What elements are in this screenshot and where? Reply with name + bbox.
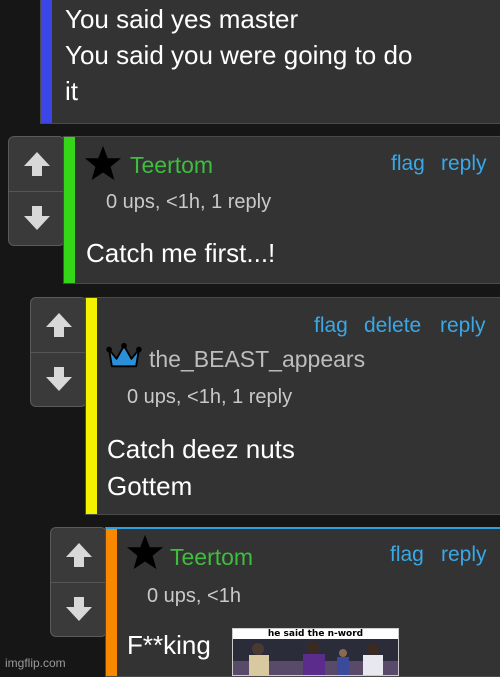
comment-card: You said yes master You said you were go… bbox=[40, 0, 500, 124]
comment-meta: 0 ups, <1h bbox=[147, 585, 241, 607]
comment-text: F**king bbox=[127, 630, 211, 660]
comment-text-line: Catch deez nuts bbox=[107, 434, 295, 464]
downvote-button[interactable] bbox=[51, 582, 106, 636]
upvote-button[interactable] bbox=[9, 137, 64, 192]
reply-link[interactable]: reply bbox=[441, 543, 487, 567]
thread-depth-bar bbox=[41, 0, 52, 123]
flag-link[interactable]: flag bbox=[391, 152, 425, 176]
star-icon bbox=[126, 533, 164, 576]
reply-link[interactable]: reply bbox=[441, 152, 487, 176]
arrow-down-icon bbox=[23, 206, 50, 230]
meme-photo bbox=[233, 639, 398, 675]
meme-image[interactable]: he said the n-word bbox=[232, 628, 399, 676]
comment-card: Teertom flag reply 0 ups, <1h, 1 reply C… bbox=[63, 136, 500, 284]
delete-link[interactable]: delete bbox=[364, 314, 421, 338]
comment-card: flag delete reply the_BEAST_appears 0 up… bbox=[85, 297, 500, 515]
watermark: imgflip.com bbox=[5, 656, 66, 670]
comment-text: Catch me first...! bbox=[86, 238, 276, 268]
vote-box bbox=[50, 527, 107, 637]
comment-text-line: Gottem bbox=[107, 471, 193, 501]
comment-meta: 0 ups, <1h, 1 reply bbox=[106, 191, 272, 213]
meme-caption: he said the n-word bbox=[267, 629, 364, 639]
arrow-up-icon bbox=[45, 313, 72, 337]
reply-link[interactable]: reply bbox=[440, 314, 486, 338]
upvote-button[interactable] bbox=[51, 528, 106, 583]
downvote-button[interactable] bbox=[31, 352, 86, 406]
comment-text-line: You said you were going to do bbox=[65, 40, 413, 70]
thread-depth-bar bbox=[86, 298, 97, 514]
comment-meta: 0 ups, <1h, 1 reply bbox=[127, 386, 293, 408]
arrow-up-icon bbox=[23, 152, 50, 176]
arrow-up-icon bbox=[65, 543, 92, 567]
vote-box bbox=[30, 297, 87, 407]
comment-text-line: it bbox=[65, 76, 78, 106]
username-link[interactable]: Teertom bbox=[170, 544, 253, 571]
username-link[interactable]: Teertom bbox=[130, 152, 213, 179]
star-icon bbox=[84, 144, 122, 187]
downvote-button[interactable] bbox=[9, 191, 64, 245]
arrow-down-icon bbox=[45, 367, 72, 391]
arrow-down-icon bbox=[65, 597, 92, 621]
comment-card: Teertom flag reply 0 ups, <1h F**king he… bbox=[105, 527, 500, 677]
flag-link[interactable]: flag bbox=[390, 543, 424, 567]
upvote-button[interactable] bbox=[31, 298, 86, 353]
vote-box bbox=[8, 136, 65, 246]
comment-text-line: You said yes master bbox=[65, 4, 299, 34]
thread-depth-bar bbox=[64, 137, 75, 283]
thread-depth-bar bbox=[106, 529, 117, 676]
username-link[interactable]: the_BEAST_appears bbox=[149, 346, 365, 373]
flag-link[interactable]: flag bbox=[314, 314, 348, 338]
crown-icon bbox=[105, 342, 143, 375]
